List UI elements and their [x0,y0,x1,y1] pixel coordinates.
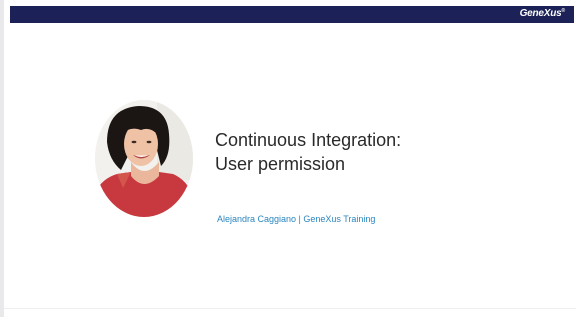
title-line-2: User permission [215,154,346,174]
presentation-title: Continuous Integration: User permission [215,128,401,176]
speaker-photo [95,100,193,217]
header-bar: GeneXus® [10,6,574,23]
brand-mark: ® [561,8,566,14]
speaker-portrait-image [95,100,193,217]
brand-name: GeneXus [519,8,562,19]
title-line-1: Continuous Integration: [215,130,402,150]
brand-logo: GeneXus® [519,8,566,19]
presenter-byline: Alejandra Caggiano | GeneXus Training [217,214,376,224]
bottom-divider [4,308,576,309]
slide: GeneXus® Continuous Integration: User pe… [0,0,576,317]
